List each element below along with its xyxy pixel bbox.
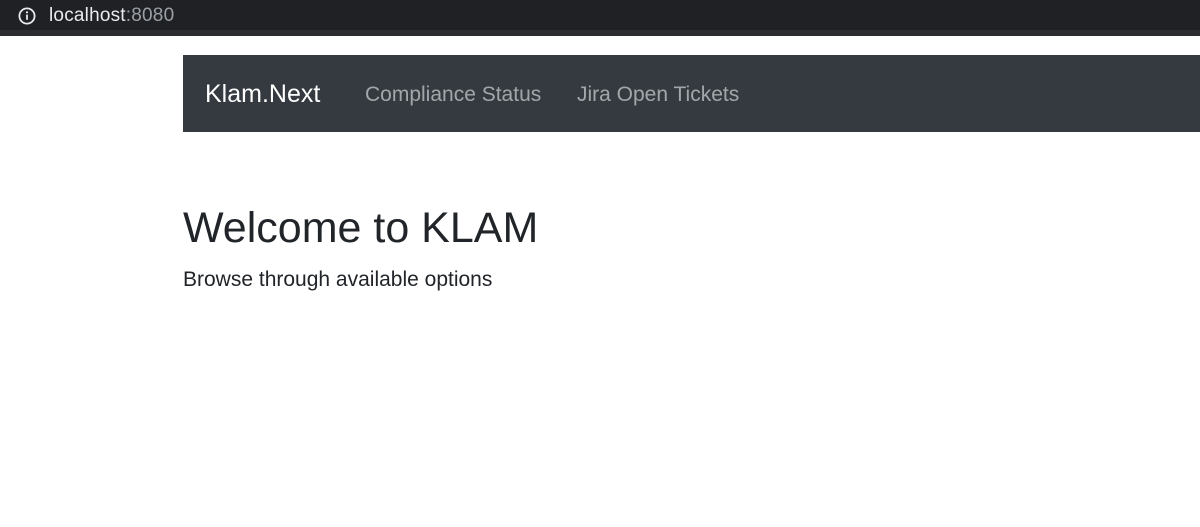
page-subtitle: Browse through available options bbox=[183, 268, 493, 291]
page-title: Welcome to KLAM bbox=[183, 204, 539, 252]
url-text[interactable]: localhost:8080 bbox=[49, 6, 174, 26]
browser-address-bar[interactable]: localhost:8080 bbox=[0, 0, 1200, 36]
info-icon[interactable] bbox=[18, 7, 36, 25]
nav-link-jira-open-tickets[interactable]: Jira Open Tickets bbox=[577, 82, 739, 108]
navbar-brand[interactable]: Klam.Next bbox=[205, 79, 320, 109]
url-host: localhost bbox=[49, 5, 126, 26]
url-port: :8080 bbox=[125, 5, 175, 26]
nav-link-compliance-status[interactable]: Compliance Status bbox=[365, 82, 541, 108]
navbar: Klam.Next Compliance Status Jira Open Ti… bbox=[183, 55, 1200, 132]
